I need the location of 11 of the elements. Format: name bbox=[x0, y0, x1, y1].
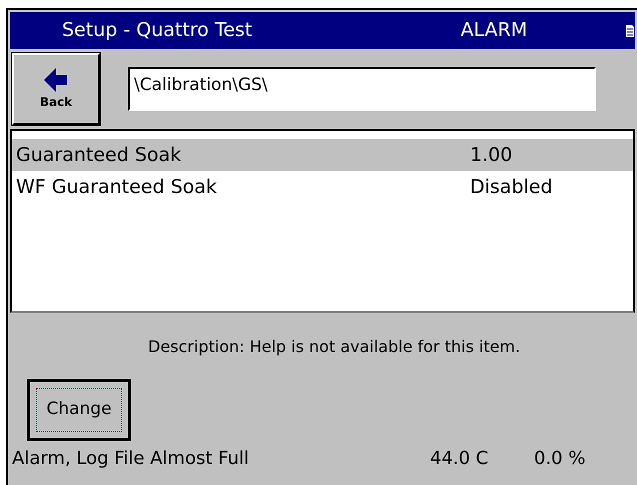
temperature-reading: 44.0 C bbox=[430, 447, 490, 471]
back-button[interactable]: Back bbox=[12, 53, 100, 125]
description-text: Description: Help is not available for this item. bbox=[148, 336, 522, 358]
status-message: Alarm, Log File Almost Full bbox=[12, 447, 250, 471]
alarm-label: ALARM bbox=[460, 18, 528, 44]
list-row[interactable]: Guaranteed Soak 1.00 bbox=[12, 139, 633, 171]
left-arrow-icon bbox=[43, 67, 69, 93]
path-field[interactable]: \Calibration\GS\ bbox=[128, 67, 596, 111]
window-title: Setup - Quattro Test bbox=[62, 18, 254, 44]
change-button[interactable]: Change bbox=[27, 379, 131, 441]
percent-reading: 0.0 % bbox=[534, 447, 586, 471]
